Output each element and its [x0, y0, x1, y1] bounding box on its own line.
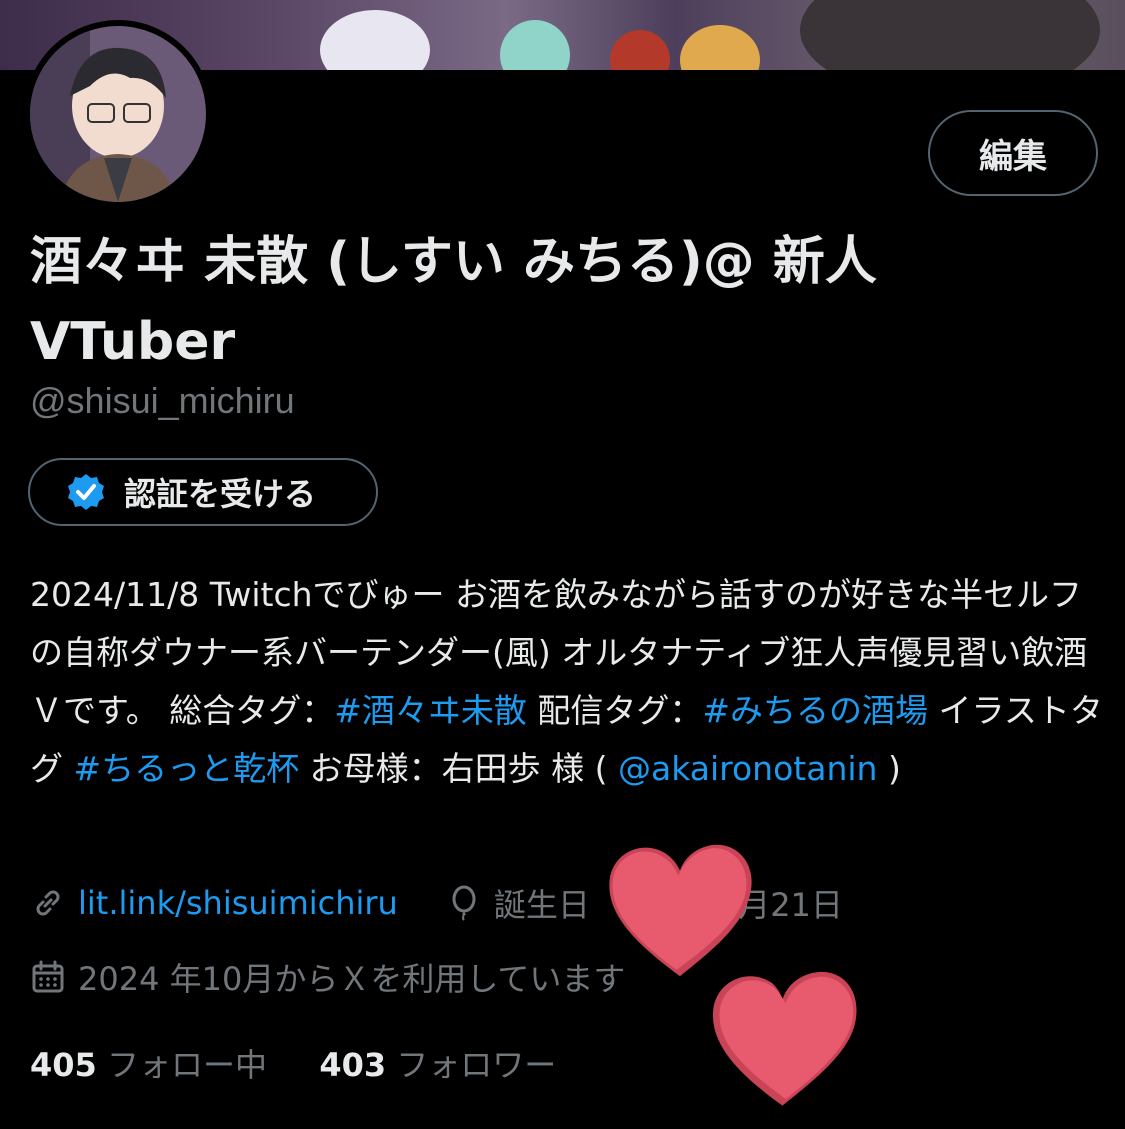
banner-figure	[800, 0, 1100, 70]
follow-stats: 405 フォロー中 403 フォロワー	[30, 1040, 556, 1086]
calendar-icon	[32, 960, 64, 993]
bio-text: )	[877, 749, 901, 788]
joined-row: 2024 年10月からＸを利用しています	[30, 954, 625, 1000]
edit-profile-button[interactable]: 編集	[928, 110, 1098, 196]
followers-link[interactable]: 403 フォロワー	[319, 1046, 556, 1084]
heart-sticker-icon	[712, 971, 857, 1106]
followers-count: 403	[319, 1046, 387, 1084]
bio-text: 配信タグ：	[526, 691, 703, 730]
website-link[interactable]: lit.link/shisuimichiru	[78, 884, 398, 922]
banner-figure	[610, 30, 670, 70]
joined-date-text: 2024 年10月からＸを利用しています	[78, 960, 626, 998]
bio-text: お母様：右田歩 様 (	[299, 749, 618, 788]
get-verified-label: 認証を受ける	[124, 475, 317, 513]
profile-avatar[interactable]	[24, 20, 212, 208]
following-label: フォロー中	[106, 1046, 267, 1084]
avatar-image	[30, 26, 206, 202]
hashtag-link[interactable]: #ちるっと乾杯	[74, 749, 300, 788]
get-verified-button[interactable]: 認証を受ける	[28, 458, 378, 526]
link-icon	[36, 890, 60, 916]
balloon-icon	[452, 885, 476, 921]
display-name: 酒々ヰ 未散 (しすい みちる)@ 新人 VTuber	[30, 232, 877, 372]
user-handle: @shisui_michiru	[30, 380, 295, 421]
hashtag-link[interactable]: #酒々ヰ未散	[334, 691, 527, 730]
mention-link[interactable]: @akaironotanin	[618, 749, 877, 788]
hashtag-link[interactable]: #みちるの酒場	[702, 691, 928, 730]
following-link[interactable]: 405 フォロー中	[30, 1046, 267, 1084]
banner-figure	[500, 20, 570, 70]
profile-bio: 2024/11/8 Twitchでびゅー お酒を飲みながら話すのが好きな半セルフ…	[30, 566, 1105, 798]
followers-label: フォロワー	[396, 1046, 557, 1084]
following-count: 405	[30, 1046, 97, 1084]
verified-check-icon	[68, 474, 104, 510]
banner-figure	[320, 10, 430, 70]
banner-figure	[680, 25, 760, 70]
